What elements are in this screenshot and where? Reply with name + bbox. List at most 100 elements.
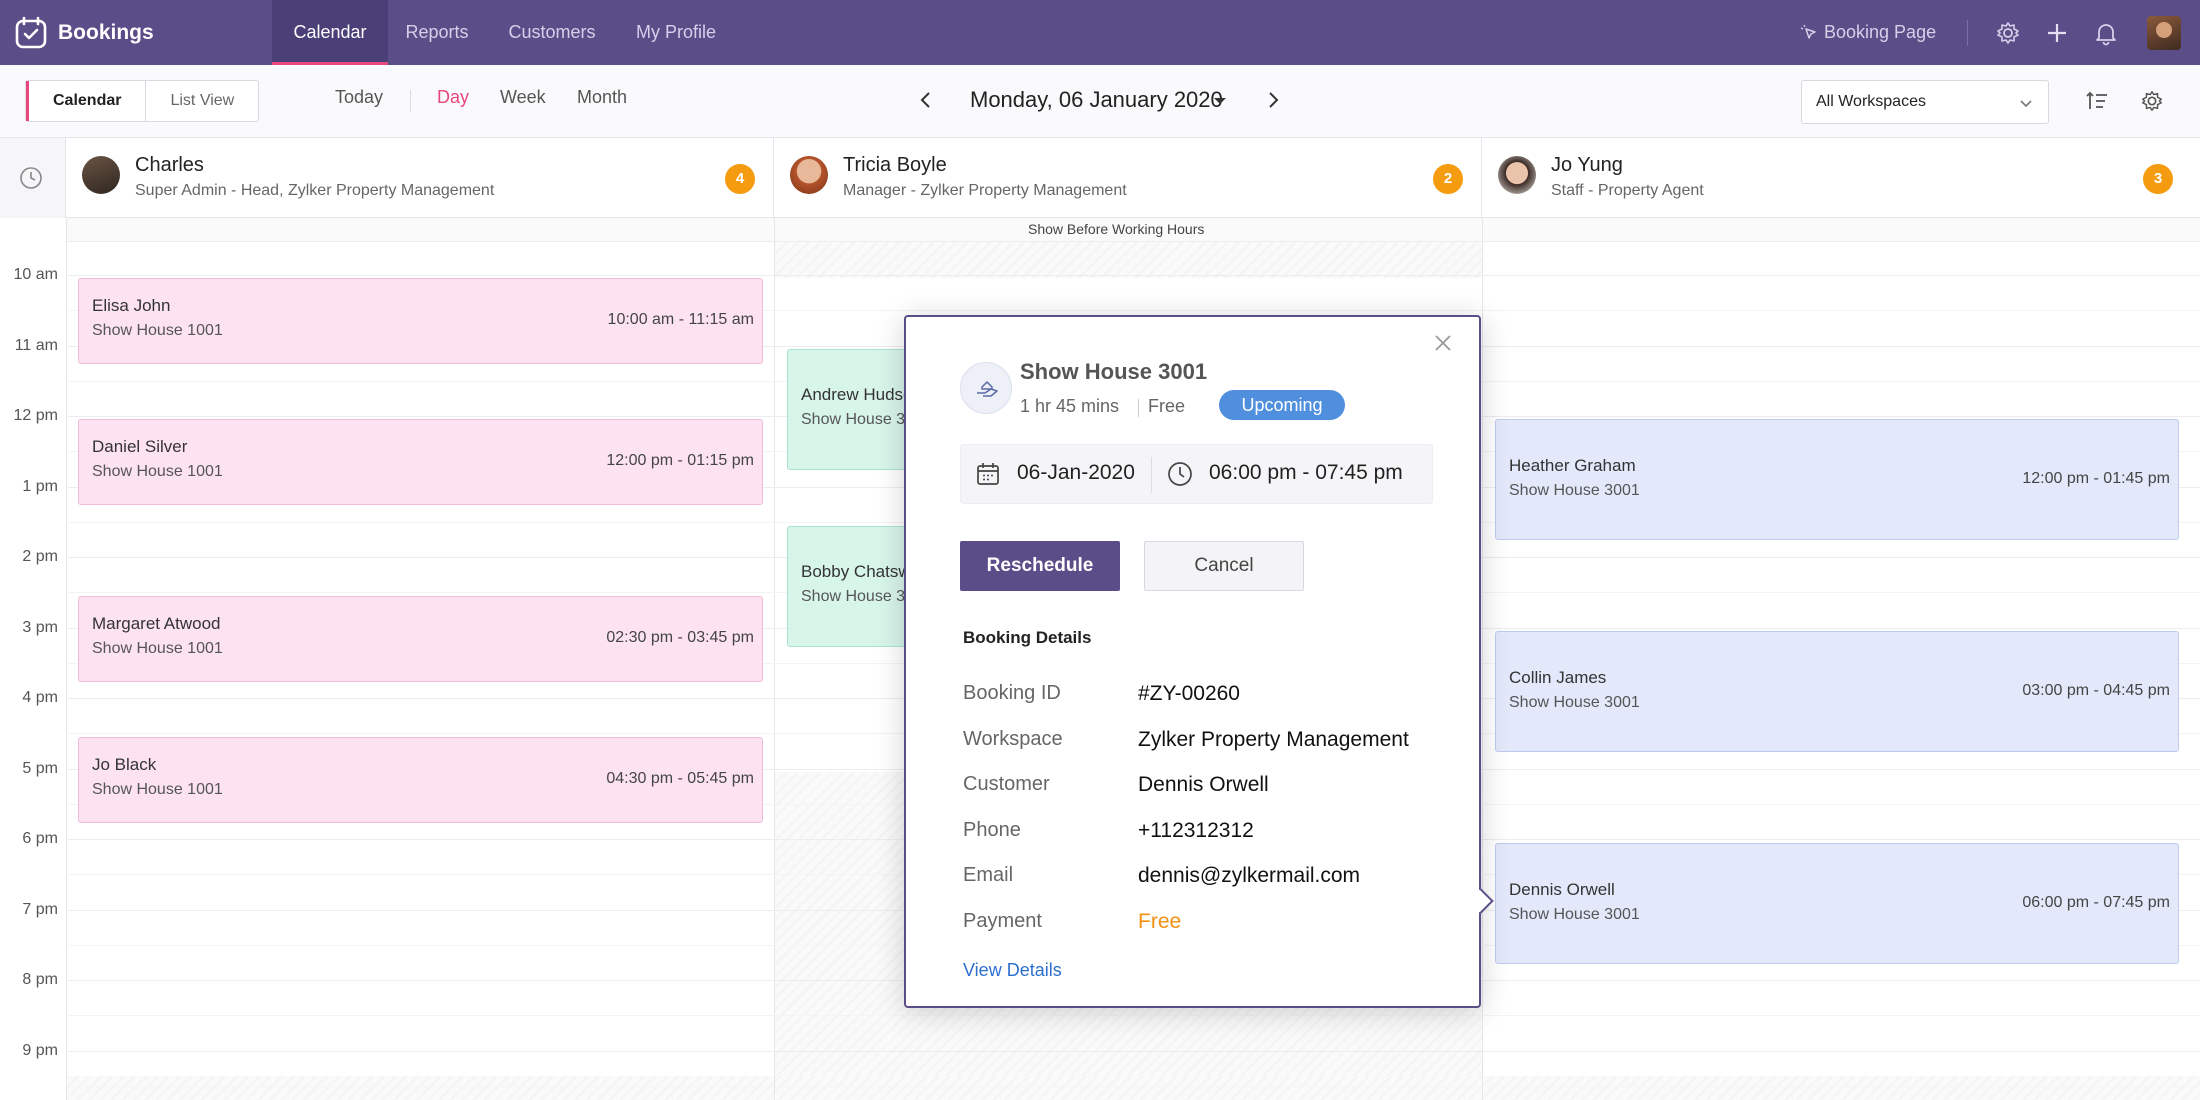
hour-label: 12 pm xyxy=(13,407,58,424)
detail-label: Phone xyxy=(963,819,1021,841)
booking-count-badge: 3 xyxy=(2143,164,2173,194)
staff-column-jo-yung[interactable]: Jo Yung Staff - Property Agent 3 xyxy=(1482,138,2200,218)
workspace-select[interactable]: All Workspaces xyxy=(1801,80,2049,124)
nav-reports[interactable]: Reports xyxy=(395,0,479,65)
booking-time: 03:00 pm - 04:45 pm xyxy=(2022,682,2170,699)
reschedule-button[interactable]: Reschedule xyxy=(960,541,1120,591)
staff-avatar xyxy=(790,156,828,194)
booking-time: 02:30 pm - 03:45 pm xyxy=(606,629,754,646)
week-view-button[interactable]: Week xyxy=(500,87,546,108)
bell-icon[interactable] xyxy=(2093,20,2119,46)
clock-icon xyxy=(1168,462,1192,486)
detail-label: Customer xyxy=(963,773,1050,795)
booking-card[interactable]: Margaret Atwood Show House 1001 02:30 pm… xyxy=(78,596,763,682)
staff-column-tricia-boyle[interactable]: Tricia Boyle Manager - Zylker Property M… xyxy=(774,138,1482,218)
non-working-area xyxy=(66,1076,2200,1100)
booking-service: Show House 3001 xyxy=(1509,694,1640,711)
detail-row-customer: Customer Dennis Orwell xyxy=(963,773,1463,803)
top-nav-bar: Bookings Calendar Reports Customers My P… xyxy=(0,0,2200,65)
detail-value: Free xyxy=(1138,910,1182,933)
booking-customer: Heather Graham xyxy=(1509,456,1636,475)
booking-card[interactable]: Jo Black Show House 1001 04:30 pm - 05:4… xyxy=(78,737,763,823)
hour-label: 9 pm xyxy=(22,1042,58,1059)
non-working-area xyxy=(774,242,1482,278)
time-column-header xyxy=(0,138,66,218)
close-icon[interactable] xyxy=(1433,333,1453,353)
staff-avatar xyxy=(1498,156,1536,194)
detail-value: dennis@zylkermail.com xyxy=(1138,864,1361,887)
view-details-link[interactable]: View Details xyxy=(963,960,1062,981)
booking-card[interactable]: Heather Graham Show House 3001 12:00 pm … xyxy=(1495,419,2179,540)
nav-customers[interactable]: Customers xyxy=(498,0,606,65)
hour-label: 7 pm xyxy=(22,901,58,918)
chevron-left-icon[interactable] xyxy=(915,89,937,111)
detail-label: Booking ID xyxy=(963,682,1061,704)
calendar-view-button[interactable]: Calendar xyxy=(26,81,145,121)
detail-label: Email xyxy=(963,864,1014,886)
detail-value: #ZY-00260 xyxy=(1138,682,1240,705)
booking-service: Show House 1001 xyxy=(92,463,223,480)
hand-house-icon xyxy=(977,381,998,397)
hour-label: 2 pm xyxy=(22,548,58,565)
caret-down-icon[interactable] xyxy=(1212,93,1228,109)
booking-date: 06-Jan-2020 xyxy=(1017,461,1135,484)
month-view-button[interactable]: Month xyxy=(577,87,627,108)
brand[interactable]: Bookings xyxy=(14,14,154,52)
cursor-click-icon xyxy=(1800,24,1816,39)
hour-label: 1 pm xyxy=(22,478,58,495)
booking-service: Show House 1001 xyxy=(92,781,223,798)
divider xyxy=(1151,457,1152,493)
gear-icon[interactable] xyxy=(1995,20,2021,46)
nav-my-profile[interactable]: My Profile xyxy=(626,0,726,65)
divider xyxy=(410,90,411,112)
booking-card[interactable]: Elisa John Show House 1001 10:00 am - 11… xyxy=(78,278,763,364)
status-badge: Upcoming xyxy=(1219,390,1345,420)
calendar-icon xyxy=(977,463,999,485)
detail-value: Dennis Orwell xyxy=(1138,773,1269,796)
list-view-button[interactable]: List View xyxy=(145,81,258,121)
hour-label: 11 am xyxy=(14,337,58,354)
show-before-working-hours[interactable]: Show Before Working Hours xyxy=(66,218,2200,242)
detail-label: Payment xyxy=(963,910,1042,932)
bookings-logo-icon xyxy=(15,16,47,49)
hour-line xyxy=(66,1051,2200,1052)
show-before-working-hours-label: Show Before Working Hours xyxy=(1028,221,1205,237)
column-divider xyxy=(774,218,775,1100)
staff-avatar xyxy=(82,156,120,194)
clock-icon xyxy=(20,167,42,189)
detail-value: +112312312 xyxy=(1138,819,1254,842)
staff-column-charles[interactable]: Charles Super Admin - Head, Zylker Prope… xyxy=(66,138,774,218)
booking-page-link[interactable]: Booking Page xyxy=(1800,0,1936,65)
booking-time: 04:30 pm - 05:45 pm xyxy=(606,770,754,787)
service-icon xyxy=(960,362,1012,414)
cancel-button[interactable]: Cancel xyxy=(1144,541,1304,591)
booking-customer: Dennis Orwell xyxy=(1509,880,1615,899)
detail-row-payment: Payment Free xyxy=(963,910,1463,940)
hour-line xyxy=(66,275,2200,276)
plus-icon[interactable] xyxy=(2044,20,2070,46)
day-view-button[interactable]: Day xyxy=(437,87,469,108)
hour-label: 5 pm xyxy=(22,760,58,777)
staff-role: Manager - Zylker Property Management xyxy=(843,182,1127,199)
detail-label: Workspace xyxy=(963,728,1063,750)
booking-card[interactable]: Collin James Show House 3001 03:00 pm - … xyxy=(1495,631,2179,752)
chevron-right-icon[interactable] xyxy=(1262,89,1284,111)
detail-row-phone: Phone +112312312 xyxy=(963,819,1463,849)
current-date[interactable]: Monday, 06 January 2020 xyxy=(970,87,1223,113)
column-divider xyxy=(1482,218,1483,1100)
booking-customer: Elisa John xyxy=(92,296,171,315)
hour-label: 6 pm xyxy=(22,830,58,847)
user-avatar[interactable] xyxy=(2147,16,2181,50)
booking-customer: Daniel Silver xyxy=(92,437,188,456)
today-button[interactable]: Today xyxy=(335,87,383,108)
booking-card-selected[interactable]: Dennis Orwell Show House 3001 06:00 pm -… xyxy=(1495,843,2179,964)
staff-header: Charles Super Admin - Head, Zylker Prope… xyxy=(0,138,2200,218)
date-time-box: 06-Jan-2020 06:00 pm - 07:45 pm xyxy=(960,444,1433,504)
sort-icon[interactable] xyxy=(2085,89,2109,113)
workspace-select-value: All Workspaces xyxy=(1816,93,1926,110)
settings-gear-icon[interactable] xyxy=(2140,89,2164,113)
booking-service: Show House 3001 xyxy=(1509,906,1640,923)
nav-calendar[interactable]: Calendar xyxy=(272,0,388,65)
booking-card[interactable]: Daniel Silver Show House 1001 12:00 pm -… xyxy=(78,419,763,505)
booking-count-badge: 2 xyxy=(1433,164,1463,194)
